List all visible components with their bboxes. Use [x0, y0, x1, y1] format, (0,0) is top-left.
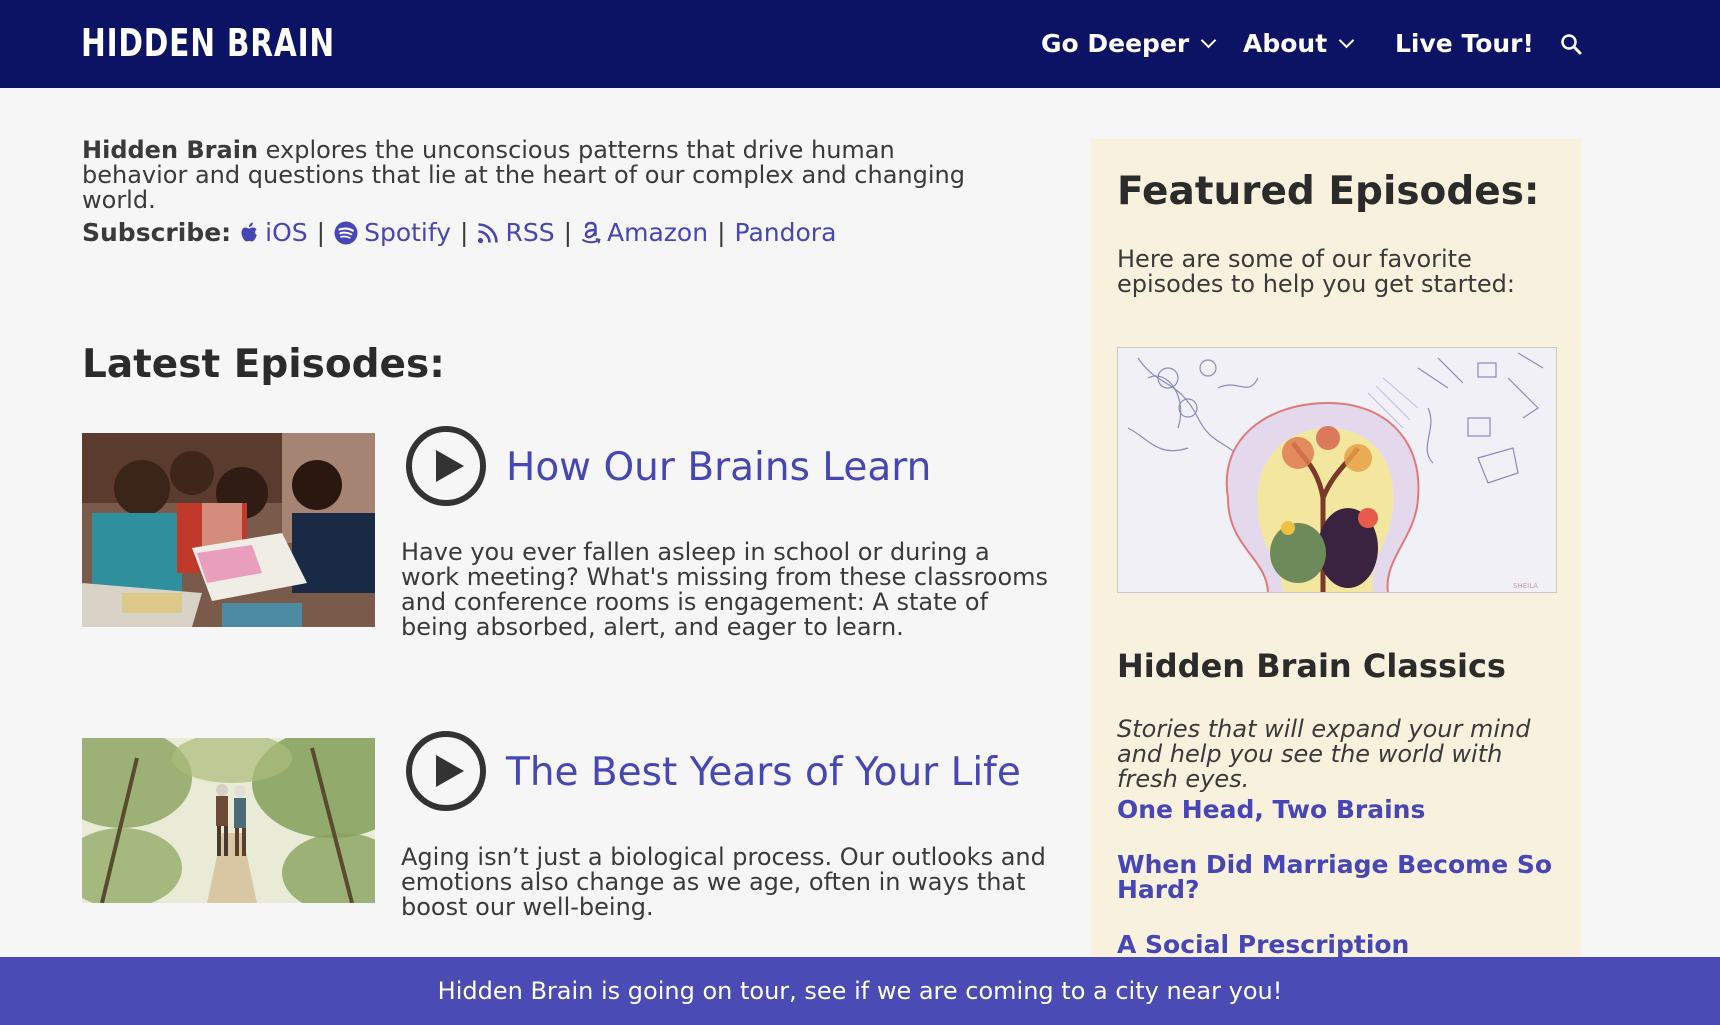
children-reading-image — [82, 433, 375, 627]
classics-heading: Hidden Brain Classics — [1117, 647, 1506, 685]
illustration-signature: SHEILA — [1513, 582, 1538, 590]
nav-go-deeper[interactable]: Go Deeper — [1041, 26, 1217, 62]
subscribe-separator: | — [460, 218, 469, 247]
tour-banner[interactable]: Hidden Brain is going on tour, see if we… — [0, 957, 1720, 1025]
subscribe-separator: | — [717, 218, 726, 247]
intro-brand: Hidden Brain — [82, 136, 259, 164]
classic-episode-link[interactable]: A Social Prescription — [1117, 932, 1557, 957]
latest-episodes-heading: Latest Episodes: — [82, 342, 445, 387]
amazon-icon — [582, 221, 601, 244]
nav-live-tour-label: Live Tour! — [1395, 29, 1534, 58]
head-garden-illustration: SHEILA — [1118, 348, 1556, 592]
apple-icon — [241, 222, 257, 242]
subscribe-amazon-link[interactable]: Amazon — [581, 217, 708, 249]
episode-title-link[interactable]: How Our Brains Learn — [506, 445, 931, 491]
featured-episodes-heading: Featured Episodes: — [1117, 169, 1540, 214]
classics-description: Stories that will expand your mind and h… — [1117, 715, 1531, 793]
nav-about[interactable]: About — [1243, 26, 1355, 62]
subscribe-spotify-link[interactable]: Spotify — [334, 217, 451, 249]
couple-walking-image — [82, 738, 375, 903]
classic-episode-link[interactable]: When Did Marriage Become So Hard? — [1117, 852, 1557, 902]
featured-episodes-description: Here are some of our favorite episodes t… — [1117, 245, 1515, 298]
spotify-icon — [334, 221, 358, 245]
episode-thumbnail[interactable] — [82, 738, 375, 903]
rss-icon — [478, 223, 499, 244]
featured-episode-image[interactable]: SHEILA — [1117, 347, 1557, 593]
nav-about-label: About — [1243, 29, 1328, 58]
episode-description: Aging isn’t just a biological process. O… — [401, 843, 1046, 921]
classic-episode-link[interactable]: One Head, Two Brains — [1117, 797, 1557, 822]
nav-live-tour[interactable]: Live Tour! — [1395, 26, 1534, 62]
subscribe-rss-link[interactable]: RSS — [477, 217, 555, 249]
site-logo[interactable]: HIDDEN BRAIN — [81, 23, 335, 63]
subscribe-bar: Subscribe: iOS | Spotify | RSS | Amazon … — [82, 217, 836, 249]
play-icon[interactable] — [404, 729, 488, 813]
play-icon[interactable] — [404, 424, 488, 508]
subscribe-separator: | — [563, 218, 573, 247]
site-header: HIDDEN BRAIN Go Deeper About Live Tour! — [0, 0, 1720, 88]
subscribe-label: Subscribe: — [82, 218, 232, 247]
nav-go-deeper-label: Go Deeper — [1041, 29, 1190, 58]
subscribe-pandora-link[interactable]: Pandora — [735, 217, 837, 249]
tour-banner-text: Hidden Brain is going on tour, see if we… — [437, 977, 1283, 1005]
chevron-down-icon — [1338, 32, 1355, 48]
episode-description: Have you ever fallen asleep in school or… — [401, 538, 1049, 641]
chevron-down-icon — [1200, 32, 1217, 48]
search-icon[interactable] — [1560, 33, 1582, 55]
subscribe-separator: | — [316, 218, 326, 247]
intro-paragraph: Hidden Brain explores the unconscious pa… — [82, 138, 982, 213]
episode-title-link[interactable]: The Best Years of Your Life — [506, 750, 1021, 796]
subscribe-ios-link[interactable]: iOS — [239, 217, 308, 249]
episode-thumbnail[interactable] — [82, 433, 375, 627]
